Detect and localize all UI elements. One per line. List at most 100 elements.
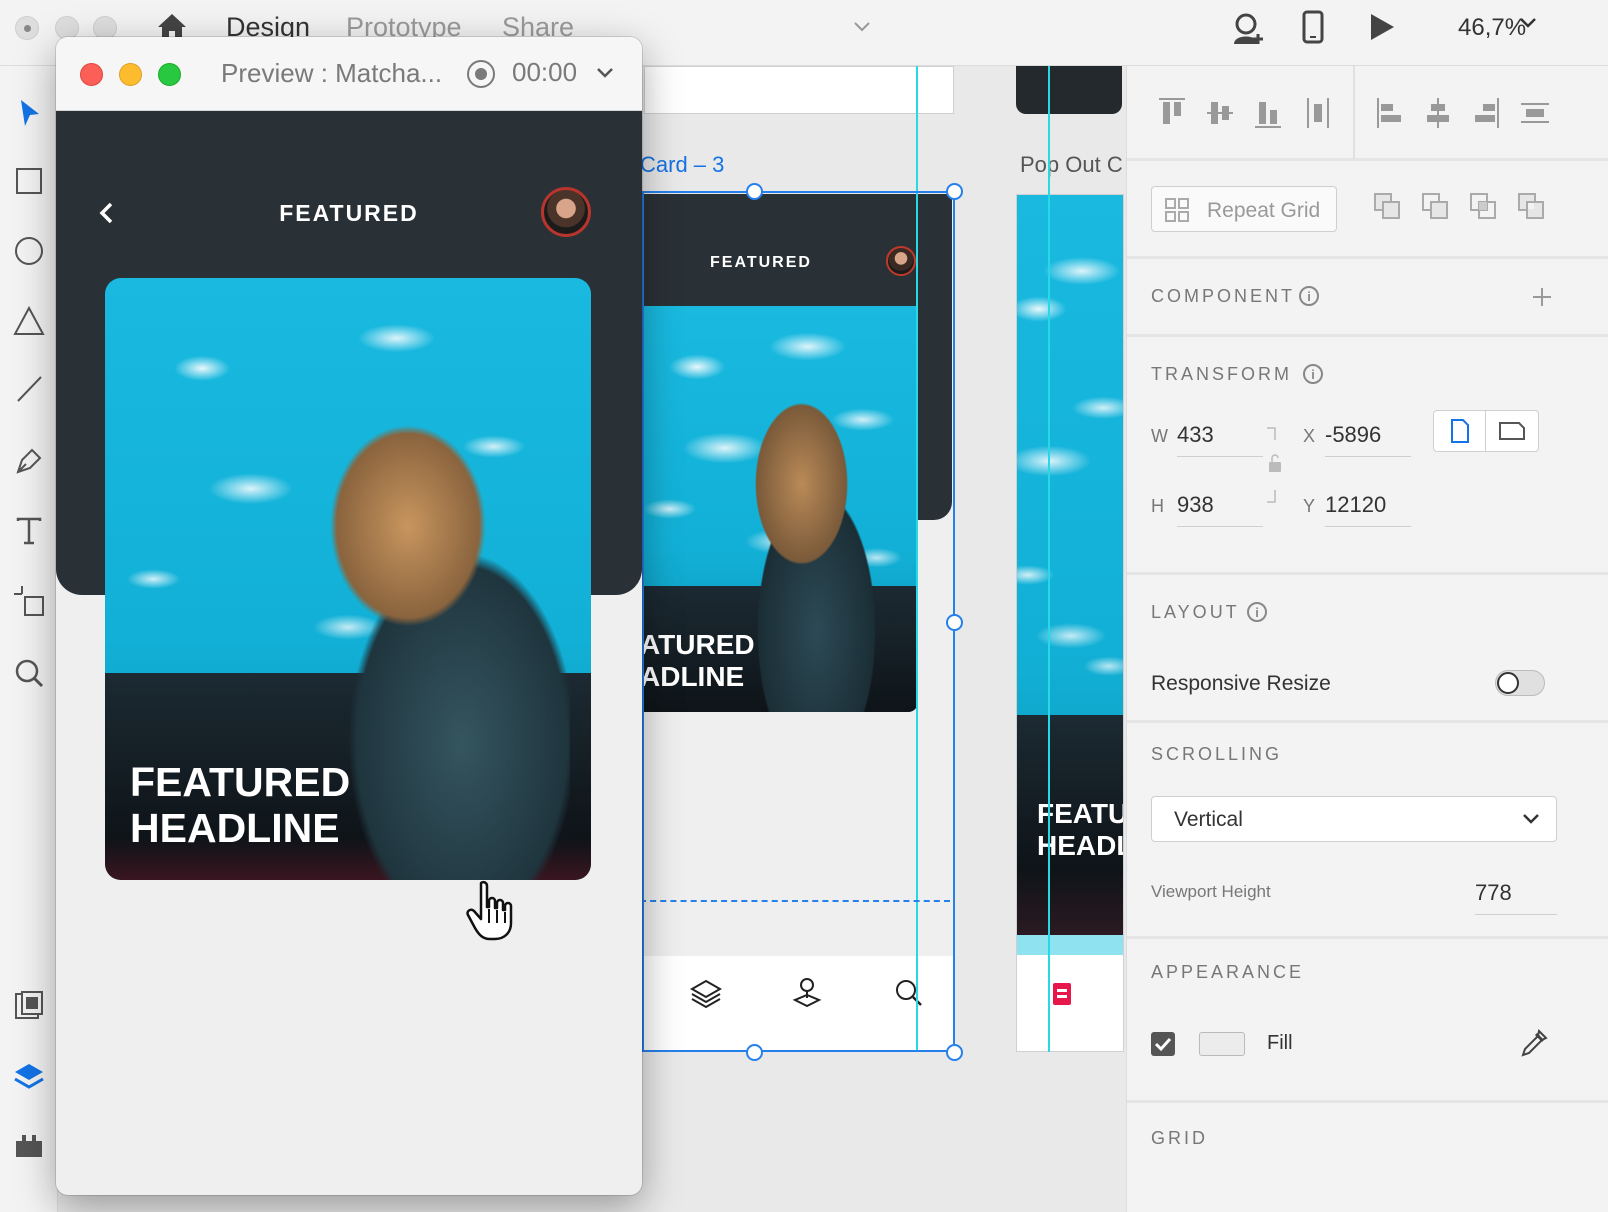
zoom-level[interactable]: 46,7% xyxy=(1458,14,1526,42)
preview-title: Preview : Matcha... xyxy=(221,58,443,88)
plugins-panel-button[interactable] xyxy=(12,1128,46,1162)
timer-chevron-icon[interactable] xyxy=(596,67,614,79)
selection-handle-top-right[interactable] xyxy=(946,183,963,200)
zoom-tool[interactable] xyxy=(12,656,46,690)
pen-tool[interactable] xyxy=(12,444,46,478)
y-label: Y xyxy=(1303,496,1316,516)
pointer-icon xyxy=(21,100,39,126)
play-icon[interactable] xyxy=(1368,12,1396,42)
landscape-button[interactable] xyxy=(1486,411,1538,451)
appearance-section-title: APPEARANCE xyxy=(1151,962,1305,982)
distribute-vertical-icon[interactable] xyxy=(1305,96,1331,130)
chevron-down-icon[interactable] xyxy=(852,20,872,34)
distribute-horizontal-icon[interactable] xyxy=(1519,96,1551,130)
portrait-button[interactable] xyxy=(1434,411,1486,451)
boolean-intersect-icon[interactable] xyxy=(1469,192,1499,222)
pop-out-tab-icon[interactable] xyxy=(1051,981,1073,1007)
triangle-icon xyxy=(13,306,45,335)
artboard-label-pop-out[interactable]: Pop Out C xyxy=(1020,152,1123,178)
artboard-tool[interactable] xyxy=(12,584,46,618)
rectangle-tool[interactable] xyxy=(12,164,46,198)
home-icon[interactable] xyxy=(156,12,188,40)
width-input[interactable]: 433 xyxy=(1177,422,1263,457)
align-bottom-icon[interactable] xyxy=(1253,96,1283,130)
preview-zoom-button[interactable] xyxy=(158,63,181,86)
left-toolbar xyxy=(0,66,58,1212)
assets-icon xyxy=(15,991,43,1019)
preview-minimize-button[interactable] xyxy=(119,63,142,86)
line-tool[interactable] xyxy=(12,372,46,406)
responsive-resize-label: Responsive Resize xyxy=(1151,672,1331,695)
scrolling-dropdown-value: Vertical xyxy=(1174,808,1243,831)
artboard-pop-out[interactable]: FEATU HEADL xyxy=(1016,194,1124,1052)
y-input[interactable]: 12120 xyxy=(1325,492,1411,527)
text-icon xyxy=(16,517,42,545)
card-headline-line1: FEATURED xyxy=(130,759,351,805)
device-preview-icon[interactable] xyxy=(1302,10,1324,44)
add-component-icon[interactable] xyxy=(1531,286,1553,308)
rectangle-icon xyxy=(16,168,42,194)
window-close-button[interactable] xyxy=(15,16,39,40)
line-icon xyxy=(17,376,42,402)
scrolling-dropdown[interactable]: Vertical xyxy=(1151,796,1557,842)
scrolling-section-title: SCROLLING xyxy=(1151,744,1283,764)
component-info-icon[interactable]: i xyxy=(1299,286,1319,306)
width-label: W xyxy=(1151,426,1168,446)
repeat-grid-icon xyxy=(1165,198,1189,222)
component-section-title: COMPONENT xyxy=(1151,286,1295,306)
eyedropper-icon[interactable] xyxy=(1519,1028,1549,1058)
responsive-resize-toggle[interactable] xyxy=(1495,670,1545,696)
repeat-grid-button[interactable]: Repeat Grid xyxy=(1151,186,1337,232)
invite-user-icon[interactable] xyxy=(1230,12,1266,46)
polygon-tool[interactable] xyxy=(12,304,46,338)
boolean-add-icon[interactable] xyxy=(1373,192,1403,222)
artboard-top-partial-dark[interactable] xyxy=(1016,66,1122,114)
checkmark-icon xyxy=(1154,1037,1172,1052)
featured-card[interactable]: FEATURED HEADLINE xyxy=(105,278,591,880)
portrait-icon xyxy=(1450,419,1469,443)
artboard-top-partial[interactable] xyxy=(644,66,954,114)
avatar[interactable] xyxy=(541,187,591,237)
fill-checkbox[interactable] xyxy=(1151,1032,1175,1056)
pop-out-headline-2: HEADL xyxy=(1037,830,1124,861)
record-timer: 00:00 xyxy=(512,57,578,87)
selection-handle-bottom[interactable] xyxy=(746,1044,763,1061)
viewport-height-label: Viewport Height xyxy=(1151,882,1271,901)
transform-info-icon[interactable]: i xyxy=(1303,364,1323,384)
viewport-height-input[interactable]: 778 xyxy=(1475,880,1557,915)
align-left-icon[interactable] xyxy=(1375,96,1405,130)
boolean-subtract-icon[interactable] xyxy=(1421,192,1451,222)
align-top-icon[interactable] xyxy=(1157,96,1187,130)
preview-window: Preview : Matcha... 00:00 FEATURED FEATU… xyxy=(56,37,642,1195)
dropdown-chevron-icon xyxy=(1523,814,1539,824)
layers-icon xyxy=(14,1064,44,1089)
pop-out-headline-1: FEATU xyxy=(1037,798,1124,829)
x-input[interactable]: -5896 xyxy=(1325,422,1411,457)
hand-cursor-icon xyxy=(466,880,513,941)
preview-close-button[interactable] xyxy=(80,63,103,86)
align-middle-icon[interactable] xyxy=(1205,96,1235,130)
selection-handle-bottom-right[interactable] xyxy=(946,1044,963,1061)
record-icon[interactable] xyxy=(466,59,496,89)
fill-color-swatch[interactable] xyxy=(1199,1032,1245,1056)
layers-panel-button[interactable] xyxy=(12,1060,46,1094)
height-label: H xyxy=(1151,496,1164,516)
selection-handle-right[interactable] xyxy=(946,614,963,631)
x-label: X xyxy=(1303,426,1316,446)
ellipse-icon xyxy=(15,237,43,265)
property-inspector: Repeat Grid COMPONENT i TRANSFORM i W 43… xyxy=(1126,66,1608,1212)
selection-handle-top[interactable] xyxy=(746,183,763,200)
plugins-icon xyxy=(16,1135,42,1157)
lock-aspect-icon[interactable] xyxy=(1265,426,1285,506)
boolean-exclude-icon[interactable] xyxy=(1517,192,1547,222)
artboard-label-card-3[interactable]: Card – 3 xyxy=(640,152,724,178)
select-tool[interactable] xyxy=(12,96,46,130)
height-input[interactable]: 938 xyxy=(1177,492,1263,527)
layout-info-icon[interactable]: i xyxy=(1247,602,1267,622)
align-right-icon[interactable] xyxy=(1471,96,1501,130)
zoom-chevron-icon[interactable] xyxy=(1518,16,1538,30)
ellipse-tool[interactable] xyxy=(12,234,46,268)
text-tool[interactable] xyxy=(12,514,46,548)
assets-panel-button[interactable] xyxy=(12,988,46,1022)
align-center-icon[interactable] xyxy=(1423,96,1453,130)
